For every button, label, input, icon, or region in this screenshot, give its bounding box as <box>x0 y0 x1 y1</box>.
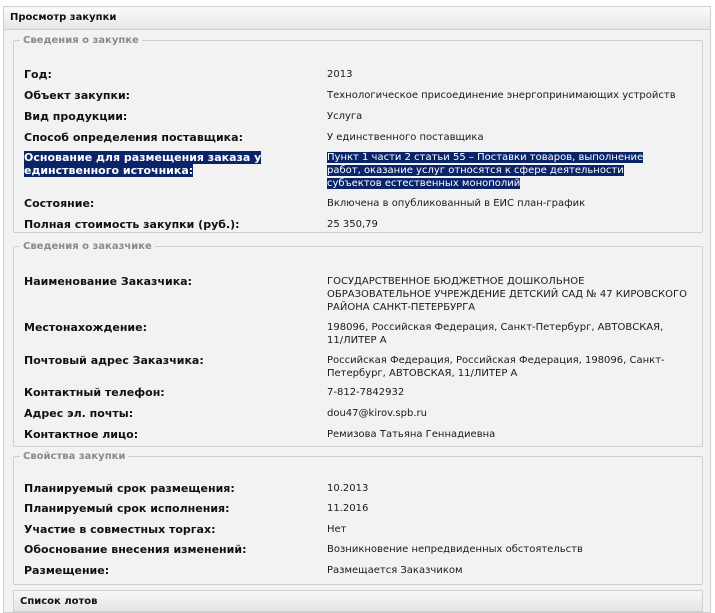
cost-value: 25 350,79 <box>327 219 378 230</box>
purchase-info-legend: Сведения о закупке <box>23 35 139 46</box>
cost-label: Полная стоимость закупки (руб.): <box>24 218 240 231</box>
object-value: Технологическое присоединение энергоприн… <box>327 90 676 101</box>
lots-list-header[interactable]: Список лотов <box>13 590 703 612</box>
method-label: Способ определения поставщика: <box>24 131 243 144</box>
customer-info-section: Сведения о заказчике Наименование Заказч… <box>13 241 703 447</box>
postal-value: Российская Федерация, Российская Федерац… <box>327 355 665 379</box>
status-label: Состояние: <box>24 197 95 210</box>
purchase-info-section: Сведения о закупке Год: 2013 Объект заку… <box>13 35 703 233</box>
contact-label: Контактное лицо: <box>24 428 139 441</box>
placement-value: Размещается Заказчиком <box>327 565 463 576</box>
basis-value: Пункт 1 части 2 статьи 55 – Поставки тов… <box>327 152 644 189</box>
placement-term-label: Планируемый срок размещения: <box>24 482 235 495</box>
year-value: 2013 <box>327 69 353 80</box>
postal-label: Почтовый адрес Заказчика: <box>24 354 204 367</box>
contact-value: Ремизова Татьяна Геннадиевна <box>327 429 496 440</box>
window-title: Просмотр закупки <box>4 7 710 30</box>
changes-value: Возникновение непредвиденных обстоятельс… <box>327 544 583 555</box>
purchase-view-window: Просмотр закупки Сведения о закупке Год:… <box>3 6 711 613</box>
product-type-value: Услуга <box>327 111 363 122</box>
joint-value: Нет <box>327 524 347 535</box>
placement-term-value: 10.2013 <box>327 483 369 494</box>
placement-label: Размещение: <box>24 564 110 577</box>
execution-term-value: 11.2016 <box>327 503 369 514</box>
phone-value: 7-812-7842932 <box>327 387 405 398</box>
year-label: Год: <box>24 68 52 81</box>
status-value: Включена в опубликованный в ЕИС план-гра… <box>327 198 586 209</box>
joint-label: Участие в совместных торгах: <box>24 523 216 536</box>
customer-name-label: Наименование Заказчика: <box>24 275 192 288</box>
location-value: 198096, Российская Федерация, Санкт-Пете… <box>327 322 664 346</box>
customer-info-legend: Сведения о заказчике <box>23 241 152 252</box>
method-value: У единственного поставщика <box>327 132 484 143</box>
properties-legend: Свойства закупки <box>23 451 126 462</box>
phone-label: Контактный телефон: <box>24 386 165 399</box>
changes-label: Обоснование внесения изменений: <box>24 543 247 556</box>
location-label: Местонахождение: <box>24 321 147 334</box>
email-value: dou47@kirov.spb.ru <box>327 408 427 419</box>
customer-name-value: ГОСУДАРСТВЕННОЕ БЮДЖЕТНОЕ ДОШКОЛЬНОЕ ОБР… <box>327 276 687 313</box>
object-label: Объект закупки: <box>24 89 131 102</box>
basis-label: Основание для размещения заказа у единст… <box>24 151 262 177</box>
properties-section: Свойства закупки Планируемый срок размещ… <box>13 451 703 585</box>
product-type-label: Вид продукции: <box>24 110 128 123</box>
execution-term-label: Планируемый срок исполнения: <box>24 502 230 515</box>
email-label: Адрес эл. почты: <box>24 407 134 420</box>
